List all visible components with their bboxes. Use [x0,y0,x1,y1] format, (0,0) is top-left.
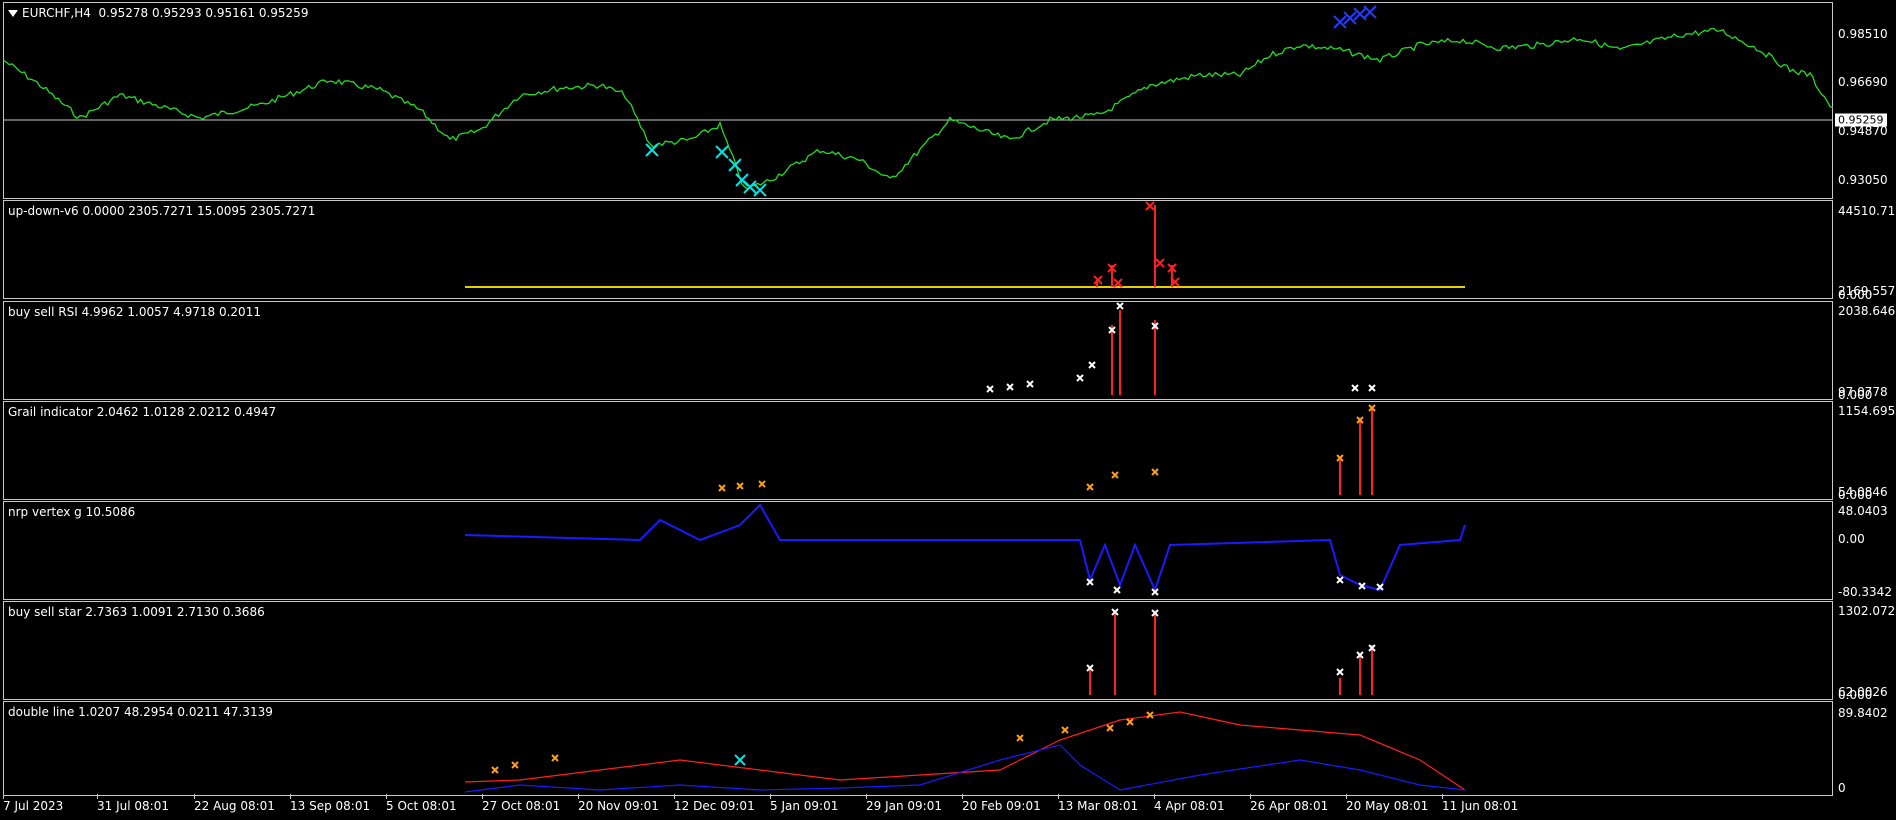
indicator-pane-double-line[interactable]: double line 1.0207 48.2954 0.0211 47.313… [3,701,1833,796]
indicator-pane-up-down[interactable]: up-down-v6 0.0000 2305.7271 15.0095 2305… [3,200,1833,299]
signal-marker [1353,7,1367,21]
time-label: 22 Aug 08:01 [194,799,275,813]
indicator-scale-label: 48.0403 [1838,504,1888,518]
indicator-title: Grail indicator 2.0462 1.0128 2.0212 0.4… [8,405,277,419]
time-label: 7 Jul 2023 [3,799,64,813]
indicator-scale-label: 1302.0729 [1838,604,1896,618]
indicator-pane-buy-sell-star[interactable]: buy sell star 2.7363 1.0091 2.7130 0.368… [3,601,1833,700]
indicator-scale-label: 0 [1838,781,1846,795]
indicator-scale-label: 1154.6957 [1838,404,1896,418]
indicator-title: up-down-v6 0.0000 2305.7271 15.0095 2305… [8,204,316,218]
indicator-pane-buy-sell-rsi[interactable]: buy sell RSI 4.9962 1.0057 4.9718 0.2011 [3,301,1833,400]
time-label: 20 Nov 09:01 [578,799,659,813]
time-label: 12 Dec 09:01 [674,799,755,813]
indicator-pane-nrp-vertex[interactable]: nrp vertex g 10.5086 [3,501,1833,600]
time-label: 31 Jul 08:01 [97,799,169,813]
time-label: 11 Jun 08:01 [1442,799,1519,813]
signal-marker [1343,11,1357,25]
time-label: 26 Apr 08:01 [1250,799,1329,813]
indicator-scale-label: 0.000 [1838,488,1873,502]
indicator-pane-grail[interactable]: Grail indicator 2.0462 1.0128 2.0212 0.4… [3,401,1833,500]
time-label: 27 Oct 08:01 [482,799,561,813]
indicator-scale-label: 0.00 [1838,532,1865,546]
indicator-scale-label: 89.8402 [1838,706,1888,720]
signal-marker [1333,15,1347,29]
time-label: 13 Sep 08:01 [290,799,371,813]
indicator-title: buy sell RSI 4.9962 1.0057 4.9718 0.2011 [8,305,261,319]
indicator-scale-label: 44510.716 [1838,204,1896,218]
time-label: 4 Apr 08:01 [1154,799,1225,813]
signal-marker [1363,5,1377,19]
time-label: 5 Jan 09:01 [770,799,839,813]
indicator-scale-label: 2038.646 [1838,304,1896,318]
time-label: 13 Mar 08:01 [1058,799,1139,813]
time-label: 29 Jan 09:01 [866,799,942,813]
indicator-title: double line 1.0207 48.2954 0.0211 47.313… [8,705,273,719]
signal-marker [753,183,767,197]
price-scale-label: 0.98510 [1838,27,1888,41]
indicator-scale-label: 0.000 [1838,688,1873,702]
time-label: 20 May 08:01 [1346,799,1429,813]
indicator-scale-label: -80.3342 [1838,585,1892,599]
indicator-title: nrp vertex g 10.5086 [8,505,136,519]
price-scale-label: 0.93050 [1838,173,1888,187]
indicator-scale-label: 0.000 [1838,388,1873,402]
time-label: 5 Oct 08:01 [386,799,457,813]
time-label: 20 Feb 09:01 [962,799,1041,813]
signal-marker [715,145,729,159]
price-scale-label: 0.96690 [1838,75,1888,89]
indicator-scale-label: 0.000 [1838,288,1873,302]
current-price-tag: 0.95259 [1835,113,1887,127]
indicator-title: buy sell star 2.7363 1.0091 2.7130 0.368… [8,605,265,619]
time-axis: 7 Jul 2023 31 Jul 08:01 22 Aug 08:01 13 Sep… [0,794,1896,820]
price-line [2,27,1834,190]
